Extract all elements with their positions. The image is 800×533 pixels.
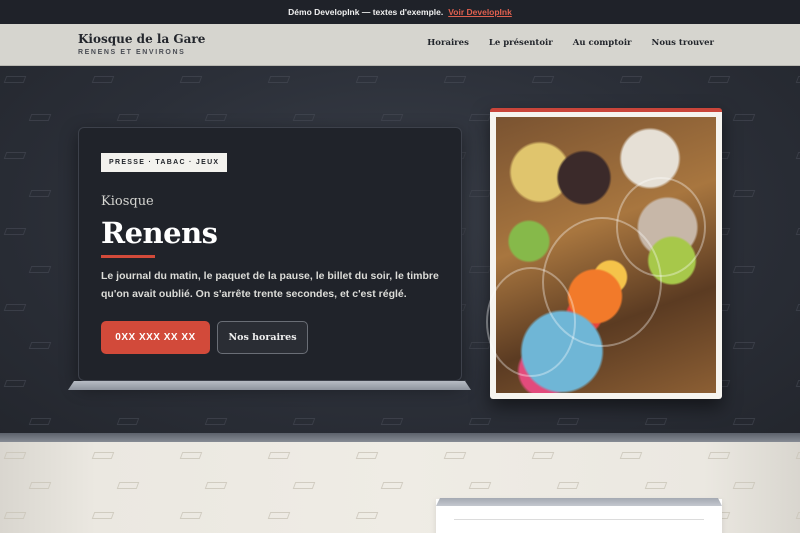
pattern-mark (179, 512, 203, 519)
pattern-mark (531, 76, 555, 83)
pattern-mark (3, 380, 27, 387)
pattern-mark (732, 418, 756, 425)
pattern-mark (795, 452, 800, 459)
pattern-mark (707, 452, 731, 459)
pattern-mark (267, 512, 291, 519)
main-nav: Horaires Le présentoir Au comptoir Nous … (427, 38, 714, 48)
site-header: Kiosque de la Gare RENENS ET ENVIRONS Ho… (0, 24, 800, 66)
lower-section (0, 442, 800, 533)
pattern-mark (116, 418, 140, 425)
hero-title: Renens (101, 216, 218, 250)
nav-item-presentoir[interactable]: Le présentoir (489, 38, 553, 48)
pattern-mark (732, 114, 756, 121)
pattern-mark (28, 190, 52, 197)
category-tag: PRESSE · TABAC · JEUX (101, 153, 228, 172)
pattern-mark (795, 228, 800, 235)
pattern-mark (443, 452, 467, 459)
pattern-mark (3, 76, 27, 83)
pattern-mark (28, 418, 52, 425)
pattern-mark (732, 266, 756, 273)
counter-box-top (436, 498, 722, 506)
pattern-mark (468, 266, 492, 273)
pattern-mark (443, 76, 467, 83)
phone-button[interactable]: 0XX XXX XX XX (101, 321, 210, 354)
pattern-mark (556, 418, 580, 425)
pattern-mark (91, 512, 115, 519)
pattern-mark (795, 152, 800, 159)
candy-jars-photo (486, 117, 716, 393)
pattern-mark (292, 482, 316, 489)
pattern-mark (116, 482, 140, 489)
jar-outline (486, 267, 576, 377)
pattern-mark (267, 76, 291, 83)
hours-button[interactable]: Nos horaires (217, 321, 308, 354)
pattern-mark (732, 342, 756, 349)
pattern-mark (380, 418, 404, 425)
pattern-mark (28, 342, 52, 349)
pattern-mark (380, 482, 404, 489)
pattern-mark (28, 482, 52, 489)
pattern-mark (468, 482, 492, 489)
pattern-mark (292, 114, 316, 121)
pattern-mark (556, 482, 580, 489)
nav-item-nous-trouver[interactable]: Nous trouver (652, 38, 714, 48)
pattern-mark (644, 482, 668, 489)
card-shelf (68, 381, 471, 390)
pattern-mark (3, 452, 27, 459)
brand[interactable]: Kiosque de la Gare RENENS ET ENVIRONS (78, 32, 205, 56)
pattern-mark (468, 114, 492, 121)
pattern-mark (795, 512, 800, 519)
pattern-mark (3, 304, 27, 311)
pattern-mark (91, 76, 115, 83)
nav-item-horaires[interactable]: Horaires (427, 38, 469, 48)
pattern-mark (355, 512, 379, 519)
photo-frame (486, 108, 722, 399)
title-underline (101, 255, 155, 258)
pattern-mark (204, 418, 228, 425)
hero-description: Le journal du matin, le paquet de la pau… (101, 270, 439, 300)
pattern-mark (644, 418, 668, 425)
pattern-mark (292, 418, 316, 425)
pattern-mark (179, 76, 203, 83)
pattern-mark (3, 512, 27, 519)
counter-divider (454, 519, 704, 520)
pattern-mark (28, 114, 52, 121)
pattern-mark (619, 76, 643, 83)
demo-bar: Démo DevelopInk — textes d'exemple. Voir… (0, 0, 800, 24)
jar-outline (616, 177, 706, 277)
pattern-mark (179, 452, 203, 459)
hero-section: PRESSE · TABAC · JEUX Kiosque Renens Le … (0, 66, 800, 442)
pattern-mark (355, 452, 379, 459)
section-ledge (0, 433, 800, 442)
pattern-mark (3, 152, 27, 159)
pattern-mark (204, 482, 228, 489)
brand-name: Kiosque de la Gare (78, 32, 206, 46)
pattern-mark (267, 452, 291, 459)
pattern-mark (732, 482, 756, 489)
pattern-mark (116, 114, 140, 121)
pattern-mark (91, 452, 115, 459)
nav-item-comptoir[interactable]: Au comptoir (573, 38, 632, 48)
demo-bar-text: Démo DevelopInk — textes d'exemple. (288, 7, 444, 17)
pattern-mark (795, 380, 800, 387)
hero-eyebrow: Kiosque (101, 194, 154, 209)
brand-subtitle: RENENS ET ENVIRONS (78, 49, 186, 56)
hero-card: PRESSE · TABAC · JEUX Kiosque Renens Le … (78, 127, 462, 381)
pattern-mark (28, 266, 52, 273)
pattern-mark (531, 452, 555, 459)
pattern-mark (732, 190, 756, 197)
pattern-mark (204, 114, 228, 121)
demo-bar-link[interactable]: Voir DevelopInk (448, 7, 512, 17)
pattern-mark (468, 342, 492, 349)
pattern-mark (795, 76, 800, 83)
pattern-mark (380, 114, 404, 121)
pattern-mark (3, 228, 27, 235)
pattern-mark (707, 76, 731, 83)
pattern-mark (355, 76, 379, 83)
pattern-mark (468, 190, 492, 197)
pattern-mark (795, 304, 800, 311)
pattern-mark (468, 418, 492, 425)
pattern-mark (619, 452, 643, 459)
